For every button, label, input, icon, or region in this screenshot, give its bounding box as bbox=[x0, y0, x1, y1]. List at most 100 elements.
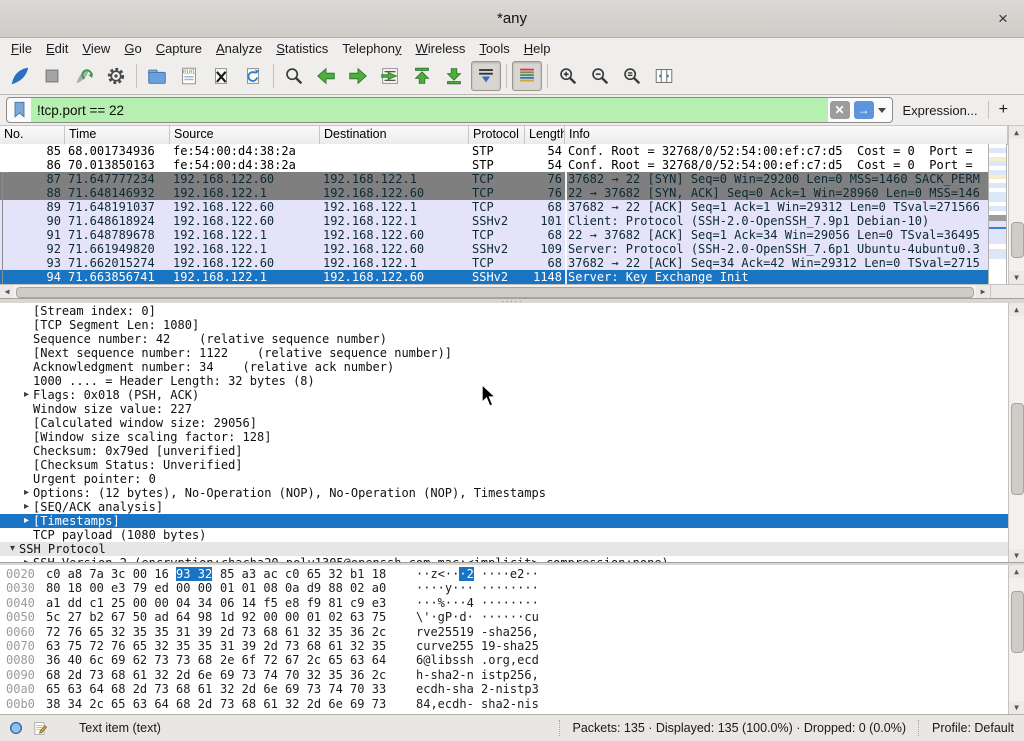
expert-info-icon[interactable] bbox=[8, 720, 24, 736]
detail-row[interactable]: [Checksum Status: Unverified] bbox=[0, 458, 1008, 472]
hex-row[interactable]: 006072 76 65 32 35 35 31 392d 73 68 61 3… bbox=[0, 625, 1008, 639]
packet-list-header[interactable]: No. Time Source Destination Protocol Len… bbox=[0, 126, 1008, 145]
expand-icon[interactable]: ▸ bbox=[20, 556, 33, 562]
menu-telephony[interactable]: Telephony bbox=[335, 40, 408, 57]
hex-vscrollbar[interactable]: ▲ ▼ bbox=[1008, 565, 1024, 714]
detail-row[interactable]: ▸[Timestamps] bbox=[0, 514, 1008, 528]
detail-row[interactable]: ▾SSH Protocol bbox=[0, 542, 1008, 556]
menu-go[interactable]: Go bbox=[117, 40, 148, 57]
filter-bookmark-icon[interactable] bbox=[7, 98, 31, 122]
detail-vscrollbar[interactable]: ▲ ▼ bbox=[1008, 303, 1024, 562]
packet-list-minimap[interactable] bbox=[988, 144, 1007, 284]
detail-row[interactable]: ▸Flags: 0x018 (PSH, ACK) bbox=[0, 388, 1008, 402]
packet-row-86[interactable]: 8670.013850163fe:54:00:d4:38:2aSTP54Conf… bbox=[0, 158, 990, 172]
detail-row[interactable]: ▸Options: (12 bytes), No-Operation (NOP)… bbox=[0, 486, 1008, 500]
col-no[interactable]: No. bbox=[0, 126, 65, 144]
capture-options-button[interactable] bbox=[101, 61, 131, 91]
col-protocol[interactable]: Protocol bbox=[469, 126, 525, 144]
packet-row-88[interactable]: 8871.648146932192.168.122.1192.168.122.6… bbox=[0, 186, 990, 200]
expand-icon[interactable]: ▸ bbox=[20, 388, 33, 402]
reload-capture-file-button[interactable] bbox=[238, 61, 268, 91]
expand-icon[interactable]: ▸ bbox=[20, 486, 33, 500]
packet-row-93[interactable]: 9371.662015274192.168.122.60192.168.122.… bbox=[0, 256, 990, 270]
detail-row[interactable]: Window size value: 227 bbox=[0, 402, 1008, 416]
hex-row[interactable]: 00505c 27 b2 67 50 ad 64 981d 92 00 00 0… bbox=[0, 610, 1008, 624]
menu-statistics[interactable]: Statistics bbox=[269, 40, 335, 57]
col-destination[interactable]: Destination bbox=[320, 126, 469, 144]
detail-row[interactable]: TCP payload (1080 bytes) bbox=[0, 528, 1008, 542]
go-first-packet-button[interactable] bbox=[407, 61, 437, 91]
close-window-button[interactable]: × bbox=[992, 8, 1014, 30]
scroll-up-icon[interactable]: ▲ bbox=[1009, 303, 1024, 316]
hex-row[interactable]: 00b038 34 2c 65 63 64 68 2d73 68 61 32 2… bbox=[0, 697, 1008, 711]
find-packet-button[interactable] bbox=[279, 61, 309, 91]
scrollbar-thumb[interactable] bbox=[1011, 222, 1024, 258]
packet-row-87[interactable]: 8771.647777234192.168.122.60192.168.122.… bbox=[0, 172, 990, 186]
hex-row[interactable]: 003080 18 00 e3 79 ed 00 0001 01 08 0a d… bbox=[0, 581, 1008, 595]
detail-row[interactable]: Sequence number: 42 (relative sequence n… bbox=[0, 332, 1008, 346]
detail-row[interactable]: [Stream index: 0] bbox=[0, 304, 1008, 318]
hex-row[interactable]: 008036 40 6c 69 62 73 73 682e 6f 72 67 2… bbox=[0, 653, 1008, 667]
packet-list-vscrollbar[interactable]: ▲ ▼ bbox=[1008, 126, 1024, 284]
filter-apply-button[interactable]: → bbox=[854, 101, 874, 119]
packet-row-90[interactable]: 9071.648618924192.168.122.60192.168.122.… bbox=[0, 214, 990, 228]
colorize-toggle-button[interactable] bbox=[512, 61, 542, 91]
menu-wireless[interactable]: Wireless bbox=[409, 40, 473, 57]
menu-help[interactable]: Help bbox=[517, 40, 558, 57]
detail-row[interactable]: ▸SSH Version 2 (encryption:chacha20-poly… bbox=[0, 556, 1008, 562]
scroll-right-icon[interactable]: ▶ bbox=[976, 285, 990, 298]
expand-icon[interactable]: ▸ bbox=[20, 514, 33, 528]
hex-row[interactable]: 007063 75 72 76 65 32 35 3531 39 2d 73 6… bbox=[0, 639, 1008, 653]
start-capture-button[interactable] bbox=[5, 61, 35, 91]
col-info[interactable]: Info bbox=[565, 126, 1008, 144]
col-source[interactable]: Source bbox=[170, 126, 320, 144]
hex-row[interactable]: 0040a1 dd c1 25 00 00 04 3406 14 f5 e8 f… bbox=[0, 596, 1008, 610]
hex-row[interactable]: 00a065 63 64 68 2d 73 68 6132 2d 6e 69 7… bbox=[0, 682, 1008, 696]
display-filter-input[interactable] bbox=[31, 98, 828, 122]
menu-file[interactable]: File bbox=[4, 40, 39, 57]
go-back-button[interactable] bbox=[311, 61, 341, 91]
packet-row-85[interactable]: 8568.001734936fe:54:00:d4:38:2aSTP54Conf… bbox=[0, 144, 990, 158]
detail-row[interactable]: Acknowledgment number: 34 (relative ack … bbox=[0, 360, 1008, 374]
packet-row-94[interactable]: 9471.663856741192.168.122.1192.168.122.6… bbox=[0, 270, 990, 284]
resize-columns-button[interactable] bbox=[649, 61, 679, 91]
scrollbar-thumb[interactable] bbox=[1011, 591, 1024, 653]
hex-row[interactable]: 009068 2d 73 68 61 32 2d 6e69 73 74 70 3… bbox=[0, 668, 1008, 682]
scroll-left-icon[interactable]: ◀ bbox=[0, 285, 14, 298]
close-capture-file-button[interactable] bbox=[206, 61, 236, 91]
detail-row[interactable]: [Window size scaling factor: 128] bbox=[0, 430, 1008, 444]
scroll-up-icon[interactable]: ▲ bbox=[1009, 565, 1024, 578]
open-capture-file-button[interactable] bbox=[142, 61, 172, 91]
menu-view[interactable]: View bbox=[75, 40, 117, 57]
expression-button[interactable]: Expression... bbox=[893, 103, 988, 118]
menu-analyze[interactable]: Analyze bbox=[209, 40, 269, 57]
menu-edit[interactable]: Edit bbox=[39, 40, 75, 57]
collapse-icon[interactable]: ▾ bbox=[6, 542, 19, 556]
scrollbar-thumb[interactable] bbox=[16, 287, 974, 298]
display-filter-box[interactable]: ✕ → bbox=[6, 97, 893, 123]
col-length[interactable]: Length bbox=[525, 126, 565, 144]
scroll-up-icon[interactable]: ▲ bbox=[1009, 126, 1024, 139]
status-profile[interactable]: Profile: Default bbox=[922, 721, 1024, 735]
go-last-packet-button[interactable] bbox=[439, 61, 469, 91]
title-bar[interactable]: *any × bbox=[0, 0, 1024, 38]
detail-row[interactable]: [Calculated window size: 29056] bbox=[0, 416, 1008, 430]
menu-tools[interactable]: Tools bbox=[472, 40, 516, 57]
detail-row[interactable]: Urgent pointer: 0 bbox=[0, 472, 1008, 486]
col-time[interactable]: Time bbox=[65, 126, 170, 144]
expand-icon[interactable]: ▸ bbox=[20, 500, 33, 514]
hex-row[interactable]: 0020c0 a8 7a 3c 00 16 93 3285 a3 ac c0 6… bbox=[0, 567, 1008, 581]
detail-row[interactable]: 1000 .... = Header Length: 32 bytes (8) bbox=[0, 374, 1008, 388]
packet-row-89[interactable]: 8971.648191037192.168.122.60192.168.122.… bbox=[0, 200, 990, 214]
scroll-down-icon[interactable]: ▼ bbox=[1009, 701, 1024, 714]
stop-capture-button[interactable] bbox=[37, 61, 67, 91]
go-to-packet-button[interactable] bbox=[375, 61, 405, 91]
detail-row[interactable]: [Next sequence number: 1122 (relative se… bbox=[0, 346, 1008, 360]
filter-dropdown-caret-icon[interactable] bbox=[878, 108, 886, 113]
packet-list-hscrollbar[interactable]: ◀ ▶ bbox=[0, 284, 990, 298]
detail-row[interactable]: [TCP Segment Len: 1080] bbox=[0, 318, 1008, 332]
packet-row-91[interactable]: 9171.648789678192.168.122.1192.168.122.6… bbox=[0, 228, 990, 242]
auto-scroll-toggle-button[interactable] bbox=[471, 61, 501, 91]
zoom-original-button[interactable] bbox=[617, 61, 647, 91]
capture-comment-icon[interactable] bbox=[32, 720, 49, 737]
